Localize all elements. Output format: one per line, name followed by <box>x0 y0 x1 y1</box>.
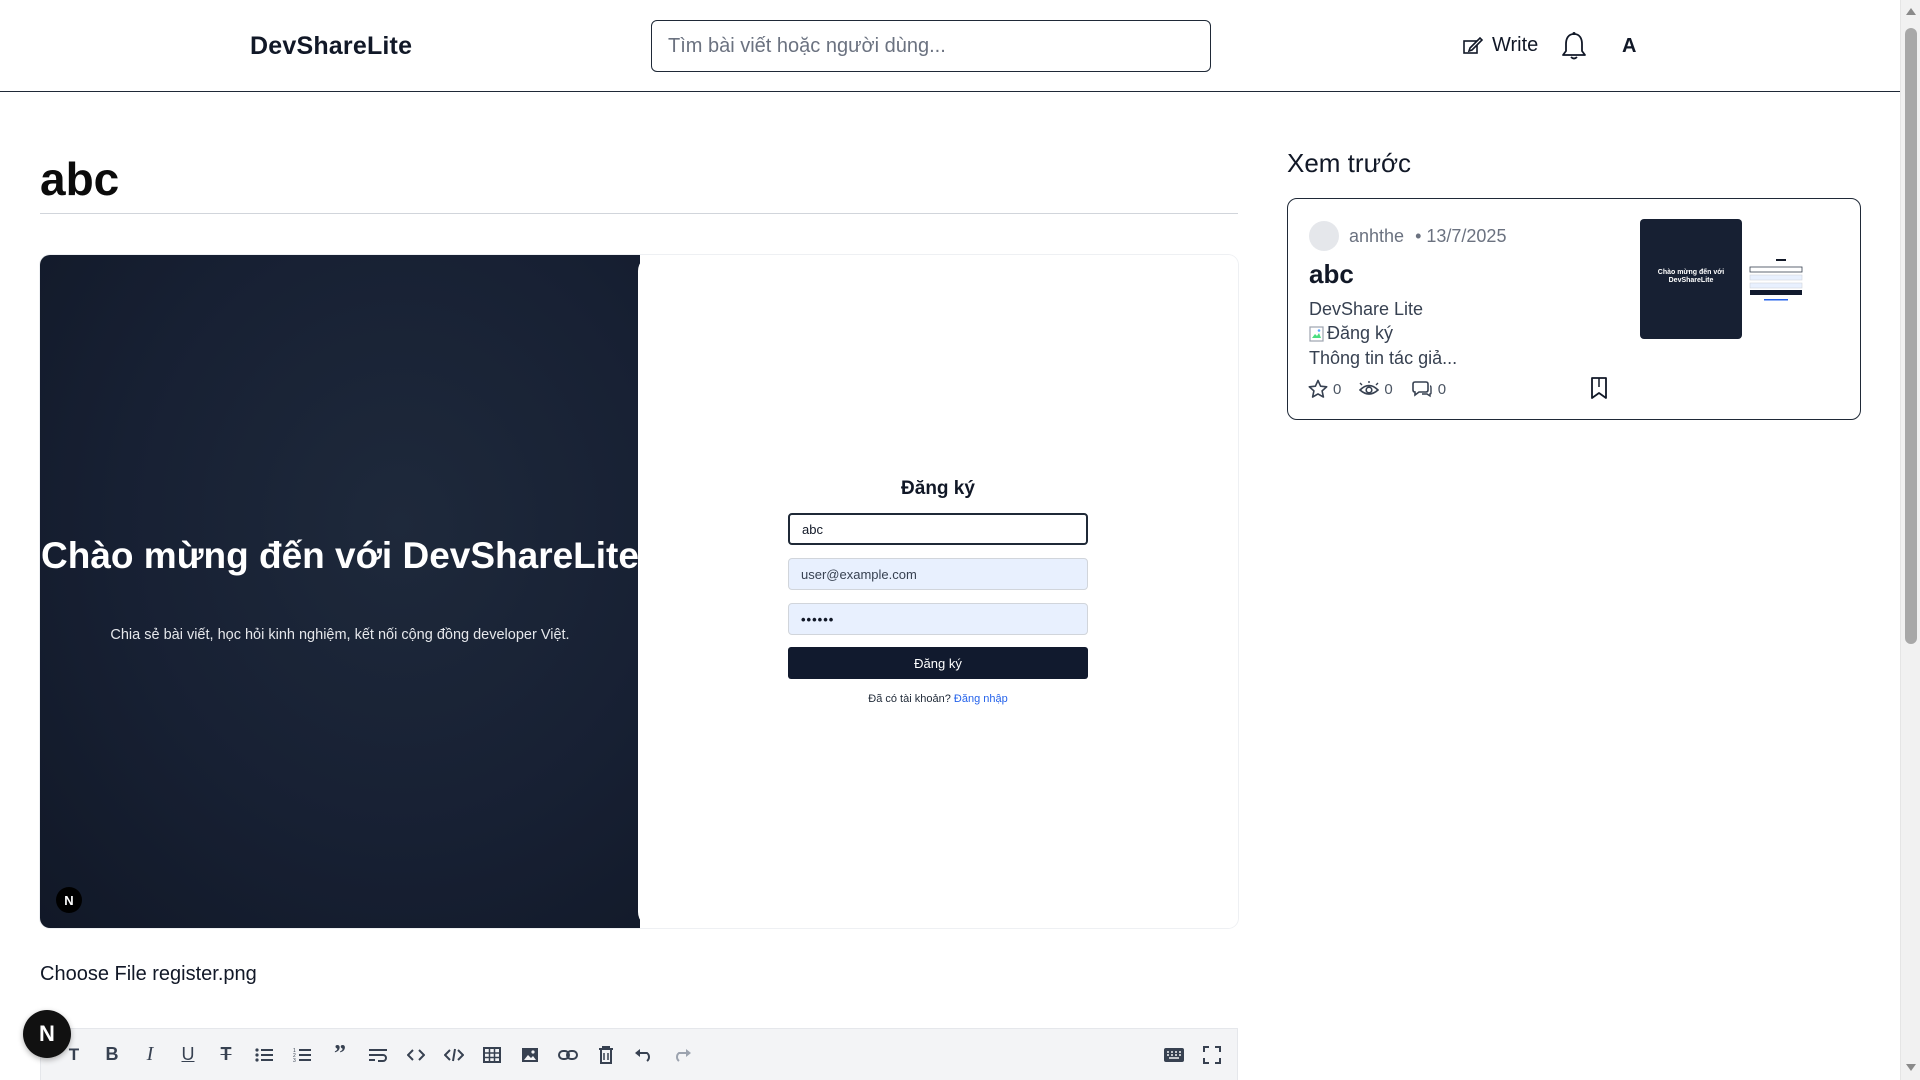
redo-icon[interactable] <box>663 1036 701 1074</box>
scroll-down-arrow-icon[interactable] <box>1906 1064 1916 1071</box>
bullet-list-icon[interactable] <box>245 1036 283 1074</box>
link-icon[interactable] <box>549 1036 587 1074</box>
title-divider <box>40 213 1238 214</box>
fullscreen-icon[interactable] <box>1193 1036 1231 1074</box>
scroll-up-arrow-icon[interactable] <box>1906 8 1916 15</box>
thumbnail-text: Chào mừng đến với DevShareLite <box>1657 269 1725 284</box>
code-block-icon[interactable] <box>435 1036 473 1074</box>
thumbnail-form-sketch <box>1749 259 1803 301</box>
card-stats: 0 0 0 <box>1308 379 1446 399</box>
n-floating-badge[interactable]: N <box>23 1010 71 1058</box>
like-count: 0 <box>1333 380 1342 398</box>
bold-icon[interactable]: B <box>93 1036 131 1074</box>
uploaded-image: Chào mừng đến với DevShareLite Chia sẻ b… <box>40 255 1238 928</box>
user-avatar[interactable]: A <box>1622 35 1636 58</box>
post-title-input[interactable]: abc <box>40 152 119 206</box>
card-excerpt-line-2: Đăng ký <box>1309 323 1393 344</box>
site-logo[interactable]: DevShareLite <box>250 32 412 61</box>
eye-icon <box>1359 381 1380 395</box>
bell-icon[interactable] <box>1560 31 1588 61</box>
preview-heading: Xem trước <box>1287 148 1412 178</box>
top-navbar: DevShareLite Write A <box>0 0 1900 92</box>
card-excerpt-line-3: Thông tin tác giả... <box>1309 348 1458 368</box>
delete-icon[interactable] <box>587 1036 625 1074</box>
author-name[interactable]: anhthe <box>1349 226 1404 246</box>
ordered-list-icon[interactable]: 123 <box>283 1036 321 1074</box>
image-login-prompt: Đã có tài khoản? Đăng nhập <box>788 693 1088 705</box>
image-welcome-panel: Chào mừng đến với DevShareLite Chia sẻ b… <box>40 255 640 928</box>
image-register-title: Đăng ký <box>901 478 975 499</box>
code-icon[interactable] <box>397 1036 435 1074</box>
preview-card[interactable]: anhthe • 13/7/2025 abc DevShare Lite Đăn… <box>1287 198 1861 420</box>
like-stat[interactable]: 0 <box>1308 379 1341 399</box>
scroll-thumb[interactable] <box>1905 28 1917 644</box>
image-email-field: user@example.com <box>788 558 1088 590</box>
broken-image-icon <box>1309 325 1324 342</box>
image-welcome-subtitle: Chia sẻ bài viết, học hỏi kinh nghiệm, k… <box>110 627 570 643</box>
author-avatar <box>1309 221 1339 251</box>
view-count: 0 <box>1384 380 1393 398</box>
card-thumbnail-form <box>1744 219 1846 339</box>
wrap-icon[interactable] <box>359 1036 397 1074</box>
underline-icon[interactable]: U <box>169 1036 207 1074</box>
pencil-icon <box>1463 36 1484 54</box>
image-register-panel: Đăng ký abc user@example.com •••••• Đăng… <box>638 255 1238 928</box>
image-icon[interactable] <box>511 1036 549 1074</box>
svg-text:3: 3 <box>293 1058 296 1063</box>
page-scrollbar[interactable] <box>1900 0 1920 1080</box>
comment-stat[interactable]: 0 <box>1411 380 1446 398</box>
card-thumbnail: Chào mừng đến với DevShareLite <box>1640 219 1742 339</box>
italic-icon[interactable]: I <box>131 1036 169 1074</box>
bookmark-icon[interactable] <box>1589 377 1609 399</box>
broken-image-alt: Đăng ký <box>1327 323 1394 343</box>
card-excerpt-line-1: DevShare Lite <box>1309 299 1424 319</box>
image-register-button: Đăng ký <box>788 647 1088 679</box>
view-stat: 0 <box>1359 380 1393 398</box>
post-date: • 13/7/2025 <box>1415 226 1507 246</box>
editor-toolbar: T B I U T 123 ” <box>40 1028 1238 1080</box>
image-login-link: Đăng nhập <box>953 693 1008 705</box>
strikethrough-icon[interactable]: T <box>207 1036 245 1074</box>
quote-icon[interactable]: ” <box>321 1036 359 1074</box>
card-meta: anhthe • 13/7/2025 <box>1349 226 1506 247</box>
search-input[interactable] <box>651 20 1211 72</box>
image-welcome-title: Chào mừng đến với DevShareLite <box>41 535 639 576</box>
write-label: Write <box>1492 34 1539 56</box>
star-icon <box>1308 379 1328 398</box>
keyboard-icon[interactable] <box>1155 1036 1193 1074</box>
table-icon[interactable] <box>473 1036 511 1074</box>
undo-icon[interactable] <box>625 1036 663 1074</box>
image-n-badge: N <box>56 887 82 913</box>
card-title[interactable]: abc <box>1309 259 1354 290</box>
image-login-text: Đã có tài khoản? <box>868 693 951 705</box>
write-button[interactable]: Write <box>1462 34 1538 57</box>
image-password-field: •••••• <box>788 603 1088 635</box>
comment-count: 0 <box>1437 380 1447 398</box>
file-input[interactable]: Choose File register.png <box>40 963 257 986</box>
comment-icon <box>1411 381 1432 398</box>
image-name-field: abc <box>788 513 1088 545</box>
